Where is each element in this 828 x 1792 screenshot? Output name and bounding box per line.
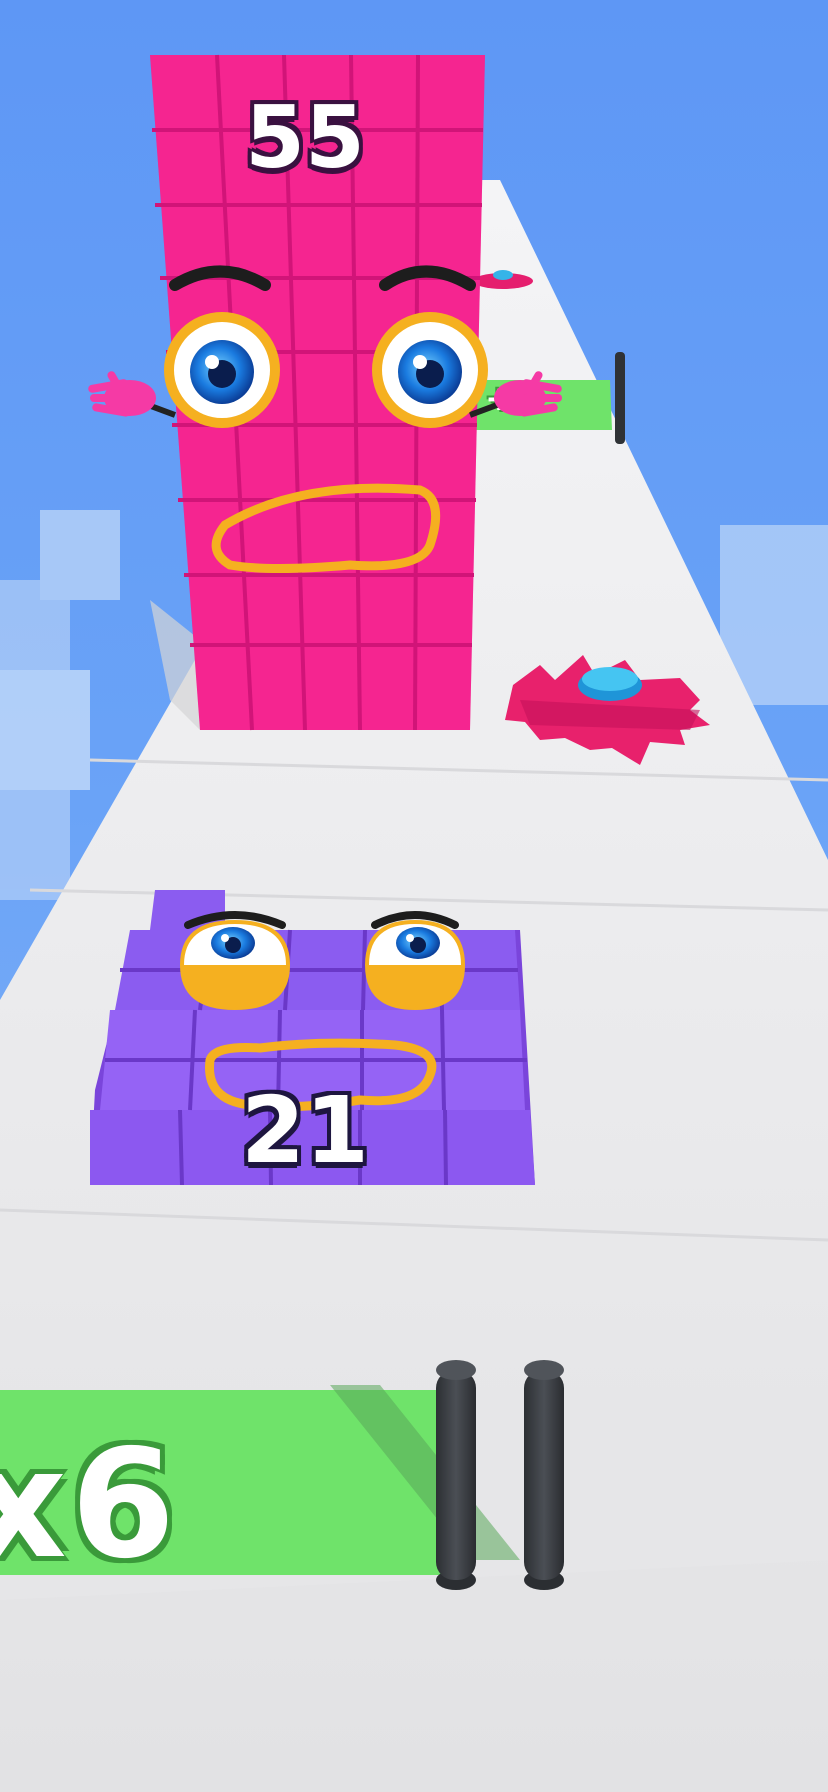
player-value-label: 21: [240, 1077, 370, 1184]
player-left-eye: [180, 911, 290, 1010]
left-eye: [164, 312, 280, 428]
gate-multiplier-label: x6: [0, 1418, 180, 1592]
pole-far: [615, 352, 625, 444]
left-hand-icon: [88, 371, 156, 417]
enemy-value-label: 55: [245, 88, 365, 188]
player-right-eye: [365, 911, 465, 1010]
right-eye: [372, 312, 488, 428]
